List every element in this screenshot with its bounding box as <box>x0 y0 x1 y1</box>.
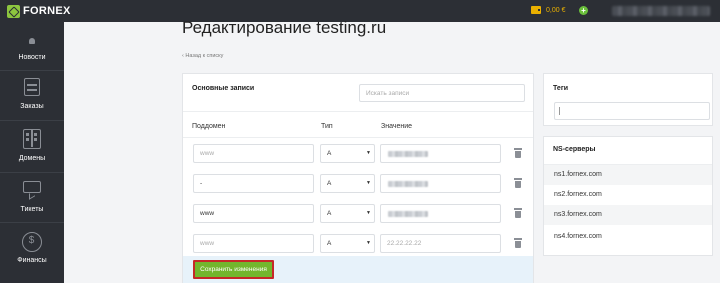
user-account-menu[interactable] <box>612 6 710 16</box>
dns-section-title: Основные записи <box>192 85 255 92</box>
caret-down-icon: ▼ <box>366 210 371 216</box>
back-to-list-link[interactable]: ‹ Назад к списку <box>182 53 223 59</box>
ns-server-item: ns4.fornex.com <box>554 233 602 240</box>
chevron-left-icon: ‹ <box>182 53 184 59</box>
record-value-input[interactable]: 22.22.22.22 <box>380 234 501 253</box>
sidebar-divider <box>0 120 64 121</box>
ns-server-item: ns1.fornex.com <box>544 165 712 185</box>
record-type-value: A <box>327 210 332 217</box>
dns-records-panel: Основные записи Искать записи Поддомен Т… <box>182 73 534 283</box>
page-title: Редактирование testing.ru <box>182 18 387 37</box>
tags-title: Теги <box>553 85 569 92</box>
sidebar-divider <box>0 222 64 223</box>
record-value-input[interactable] <box>380 144 501 163</box>
sidebar-item-label: Новости <box>18 54 46 61</box>
balance-display[interactable]: 0,00 € <box>531 6 565 14</box>
dns-record-row: www A ▼ <box>183 144 533 174</box>
orders-icon <box>24 78 40 96</box>
logo[interactable]: FORNEX <box>7 4 71 18</box>
bell-icon <box>29 38 35 44</box>
sidebar: Новости Заказы Домены Тикеты Финансы <box>0 22 64 283</box>
column-header-type: Тип <box>321 123 333 130</box>
trash-icon[interactable] <box>514 148 522 158</box>
fornex-logo-icon <box>7 4 20 18</box>
brand-name: FORNEX <box>23 5 71 17</box>
redacted-value <box>388 151 428 157</box>
form-footer: Сохранить изменения <box>183 256 533 283</box>
sidebar-item-orders[interactable]: Заказы <box>0 74 64 124</box>
redacted-value <box>388 181 428 187</box>
redacted-value <box>388 211 428 217</box>
save-changes-button[interactable]: Сохранить изменения <box>193 260 274 279</box>
caret-down-icon: ▼ <box>366 150 371 156</box>
back-link-label: Назад к списку <box>185 53 224 59</box>
dns-record-row: - A ▼ <box>183 174 533 204</box>
wallet-icon <box>531 6 541 14</box>
sidebar-item-label: Тикеты <box>20 206 44 213</box>
record-type-value: A <box>327 150 332 157</box>
ns-servers-panel: NS-серверы ns1.fornex.com ns2.fornex.com… <box>543 136 713 256</box>
record-type-select[interactable]: A ▼ <box>320 144 375 163</box>
record-type-value: A <box>327 240 332 247</box>
subdomain-input[interactable]: www <box>193 144 314 163</box>
record-value-input[interactable] <box>380 204 501 223</box>
sidebar-item-label: Домены <box>18 155 46 162</box>
record-value-input[interactable] <box>380 174 501 193</box>
sidebar-item-tickets[interactable]: Тикеты <box>0 178 64 228</box>
sidebar-item-domains[interactable]: Домены <box>0 126 64 176</box>
balance-amount: 0,00 € <box>546 6 566 14</box>
trash-icon[interactable] <box>514 238 522 248</box>
subdomain-input[interactable]: - <box>193 174 314 193</box>
tags-panel: Теги <box>543 73 713 126</box>
dns-record-row: www A ▼ <box>183 204 533 234</box>
column-header-value: Значение <box>381 123 413 130</box>
subdomain-input[interactable]: www <box>193 204 314 223</box>
search-records-input[interactable]: Искать записи <box>359 84 525 102</box>
trash-icon[interactable] <box>514 208 522 218</box>
record-type-value: A <box>327 180 332 187</box>
trash-icon[interactable] <box>514 178 522 188</box>
add-funds-button[interactable]: + <box>579 6 588 15</box>
chat-icon <box>23 181 41 193</box>
tags-input[interactable] <box>554 102 710 120</box>
sidebar-divider <box>0 70 64 71</box>
subdomain-input[interactable]: www <box>193 234 314 253</box>
ns-server-item: ns2.fornex.com <box>554 191 602 198</box>
divider <box>183 137 533 138</box>
domains-icon <box>23 129 41 149</box>
record-type-select[interactable]: A ▼ <box>320 204 375 223</box>
caret-down-icon: ▼ <box>366 180 371 186</box>
divider <box>183 111 533 112</box>
sidebar-item-finance[interactable]: Финансы <box>0 228 64 278</box>
sidebar-item-label: Финансы <box>17 257 47 264</box>
coin-icon <box>22 232 42 252</box>
sidebar-divider <box>0 172 64 173</box>
ns-title: NS-серверы <box>553 146 596 153</box>
record-type-select[interactable]: A ▼ <box>320 174 375 193</box>
sidebar-item-label: Заказы <box>20 103 44 110</box>
record-type-select[interactable]: A ▼ <box>320 234 375 253</box>
caret-down-icon: ▼ <box>366 240 371 246</box>
ns-server-item: ns3.fornex.com <box>544 205 712 225</box>
column-header-subdomain: Поддомен <box>192 123 226 130</box>
sidebar-item-news[interactable]: Новости <box>0 24 64 74</box>
